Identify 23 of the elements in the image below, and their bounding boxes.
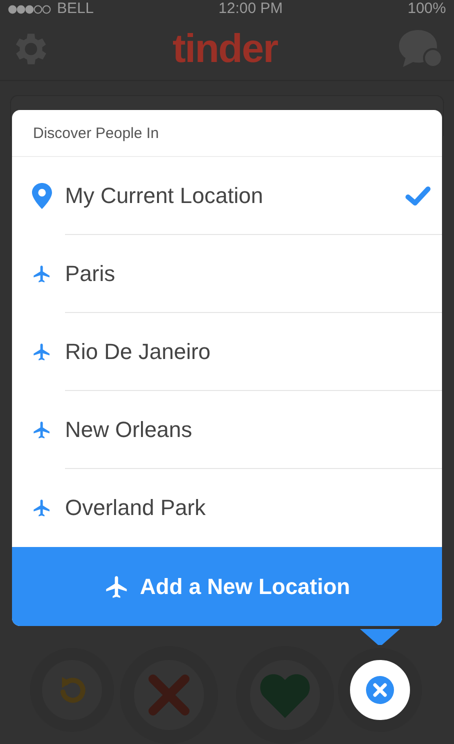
popup-pointer [360, 629, 400, 645]
carrier-name: BELL [57, 0, 94, 18]
airplane-icon [32, 420, 52, 440]
heart-icon [260, 672, 310, 718]
airplane-icon [32, 264, 52, 284]
close-icon [365, 675, 395, 705]
location-name: Paris [65, 261, 116, 287]
location-pin-icon [32, 183, 52, 209]
popup-title: Discover People In [33, 124, 159, 142]
airplane-icon [104, 574, 130, 600]
dislike-icon [147, 673, 191, 717]
battery-level: 100% [408, 0, 446, 18]
airplane-icon [32, 342, 52, 362]
location-name: Overland Park [65, 495, 207, 521]
status-time: 12:00 PM [218, 0, 283, 18]
app-logo: tinder [172, 26, 278, 72]
rewind-icon [58, 675, 86, 705]
airplane-icon [32, 498, 52, 518]
signal-strength-icon [8, 4, 52, 14]
location-name: New Orleans [65, 417, 194, 443]
checkmark-icon [405, 186, 431, 206]
location-name: Rio De Janeiro [65, 339, 212, 365]
location-name: My Current Location [65, 183, 264, 209]
